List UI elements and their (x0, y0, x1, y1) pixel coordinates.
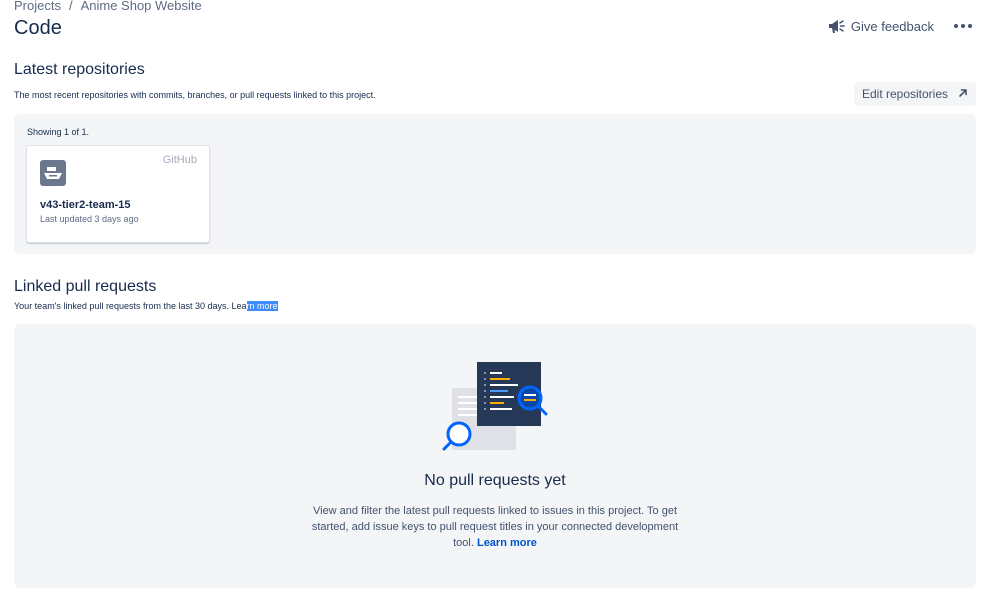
linked-pull-requests-description-text: Your team's linked pull requests from th… (14, 301, 247, 311)
repository-name[interactable]: v43-tier2-team-15 (40, 199, 131, 211)
empty-state-learn-more-link[interactable]: Learn more (477, 537, 537, 549)
breadcrumb-project-link[interactable]: Anime Shop Website (81, 0, 202, 13)
breadcrumb: Projects / Anime Shop Website (14, 0, 202, 13)
pull-requests-empty-state: No pull requests yet View and filter the… (14, 324, 976, 588)
linked-pull-requests-description: Your team's linked pull requests from th… (14, 301, 278, 311)
latest-repositories-title: Latest repositories (14, 61, 145, 78)
more-icon[interactable] (952, 20, 974, 32)
repository-last-updated: Last updated 3 days ago (40, 214, 139, 224)
linked-pull-requests-title: Linked pull requests (14, 278, 157, 295)
latest-repositories-panel: Showing 1 of 1. GitHub v43-tier2-team-15… (14, 114, 976, 254)
give-feedback-label: Give feedback (850, 18, 934, 34)
empty-state-title: No pull requests yet (424, 472, 566, 489)
top-actions: Give feedback (827, 18, 974, 34)
give-feedback-button[interactable]: Give feedback (827, 18, 934, 34)
code-search-illustration (442, 360, 550, 457)
repository-provider: GitHub (162, 154, 197, 166)
edit-repositories-button[interactable]: Edit repositories (854, 82, 976, 106)
breadcrumb-projects-link[interactable]: Projects (14, 0, 61, 13)
latest-repositories-description: The most recent repositories with commit… (14, 90, 376, 100)
breadcrumb-separator: / (68, 0, 73, 13)
repository-icon (40, 160, 66, 186)
learn-more-link[interactable]: rn more (246, 301, 278, 311)
repository-card[interactable]: GitHub v43-tier2-team-15 Last updated 3 … (26, 145, 210, 243)
megaphone-icon (827, 18, 845, 34)
empty-state-description: View and filter the latest pull requests… (305, 503, 685, 551)
edit-repositories-label: Edit repositories (861, 87, 949, 101)
showing-count: Showing 1 of 1. (27, 127, 90, 137)
page-title: Code (14, 17, 62, 39)
arrow-up-right-icon (958, 87, 968, 101)
